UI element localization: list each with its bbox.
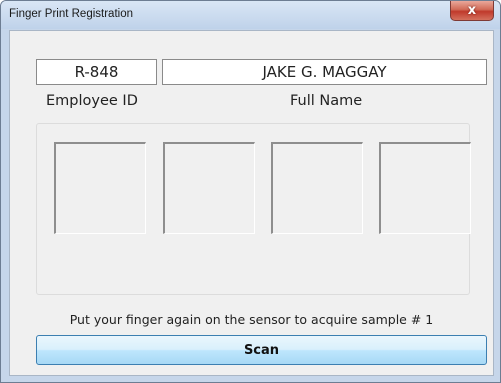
fingerprint-samples-group [36,123,471,295]
fingerprint-sample-2 [163,142,255,234]
fingerprint-sample-3 [271,142,363,234]
close-button[interactable]: x [450,1,494,21]
close-icon: x [467,3,477,18]
dialog-client-area: R-848 JAKE G. MAGGAY Employee ID Full Na… [9,30,494,376]
full-name-field[interactable]: JAKE G. MAGGAY [162,59,487,85]
employee-id-field[interactable]: R-848 [36,59,157,85]
full-name-label: Full Name [290,93,363,109]
employee-id-label: Employee ID [46,93,138,109]
title-bar[interactable]: Finger Print Registration x [1,1,500,29]
fingerprint-sample-4 [379,142,471,234]
fingerprint-sample-1 [54,142,146,234]
fingerprint-registration-window: Finger Print Registration x R-848 JAKE G… [0,0,501,383]
window-title: Finger Print Registration [9,8,133,20]
status-message: Put your finger again on the sensor to a… [69,312,434,327]
scan-button[interactable]: Scan [36,335,487,365]
